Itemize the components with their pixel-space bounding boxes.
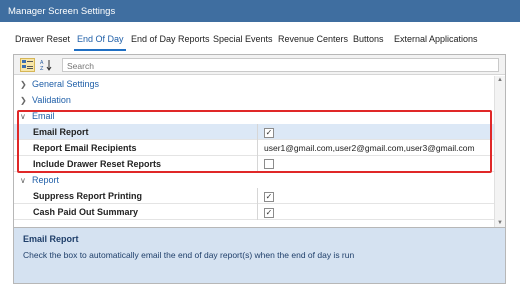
property-value: ✓ [259,204,274,220]
property-row-include-drawer-reset[interactable]: Include Drawer Reset Reports [14,156,494,172]
search-input[interactable] [62,58,499,72]
tab-end-of-day[interactable]: End Of Day [77,34,124,44]
description-title: Email Report [23,234,79,244]
description-text: Check the box to automatically email the… [23,250,355,260]
property-name: Email Report [14,124,258,140]
tab-end-of-day-reports[interactable]: End of Day Reports [131,34,210,44]
chevron-down-icon[interactable]: ∨ [20,173,32,189]
tab-external-applications[interactable]: External Applications [394,34,478,44]
chevron-right-icon[interactable]: ❯ [20,93,32,109]
window-title: Manager Screen Settings [0,0,520,22]
category-label: Report [32,175,60,185]
category-report[interactable]: ∨ Report [14,172,494,188]
property-rows: ❯ General Settings ❯ Validation ∨ Email Ema… [14,76,494,220]
property-name: Include Drawer Reset Reports [14,156,258,172]
suppress-report-printing-checkbox[interactable]: ✓ [264,192,274,202]
property-row-report-email-recipients[interactable]: Report Email Recipients user1@gmail.com,… [14,140,494,156]
category-email[interactable]: ∨ Email [14,108,494,124]
property-value [259,156,274,172]
property-row-suppress-report-printing[interactable]: Suppress Report Printing ✓ [14,188,494,204]
alphabetical-view-button[interactable]: A Z [39,58,54,72]
description-panel: Email Report Check the box to automatica… [13,228,506,284]
category-label: Validation [32,95,71,105]
category-general-settings[interactable]: ❯ General Settings [14,76,494,92]
vertical-scrollbar[interactable]: ▲ ▼ [494,76,505,227]
svg-text:Z: Z [40,66,44,71]
cash-paid-out-summary-checkbox[interactable]: ✓ [264,208,274,218]
property-grid-toolbar: A Z [14,55,505,75]
property-name: Suppress Report Printing [14,188,258,204]
tab-bar: Drawer Reset End Of Day End of Day Repor… [0,31,520,51]
categorized-view-button[interactable] [20,58,35,72]
active-tab-indicator [74,49,126,51]
tab-special-events[interactable]: Special Events [213,34,273,44]
property-grid: A Z ❯General Settings ❯Validation ∨Email… [13,54,506,228]
property-name: Cash Paid Out Summary [14,204,258,220]
scroll-up-arrow-icon[interactable]: ▲ [497,77,503,83]
scroll-down-arrow-icon[interactable]: ▼ [497,220,503,226]
property-value: ✓ [259,188,274,204]
category-validation[interactable]: ❯ Validation [14,92,494,108]
category-label: General Settings [32,79,100,89]
property-name: Report Email Recipients [14,140,258,156]
category-label: Email [32,111,55,121]
property-row-cash-paid-out-summary[interactable]: Cash Paid Out Summary ✓ [14,204,494,220]
property-value: ✓ [259,124,274,140]
recipients-value-field[interactable]: user1@gmail.com,user2@gmail.com,user3@gm… [259,140,475,156]
tab-drawer-reset[interactable]: Drawer Reset [15,34,70,44]
chevron-right-icon[interactable]: ❯ [20,77,32,93]
email-report-checkbox[interactable]: ✓ [264,128,274,138]
sort-alphabetical-icon: A Z [40,60,52,72]
tab-buttons[interactable]: Buttons [353,34,384,44]
include-drawer-reset-checkbox[interactable] [264,159,274,169]
categorized-icon [22,60,33,69]
chevron-down-icon[interactable]: ∨ [20,109,32,125]
tab-revenue-centers[interactable]: Revenue Centers [278,34,348,44]
property-row-email-report[interactable]: Email Report ✓ [14,124,494,140]
